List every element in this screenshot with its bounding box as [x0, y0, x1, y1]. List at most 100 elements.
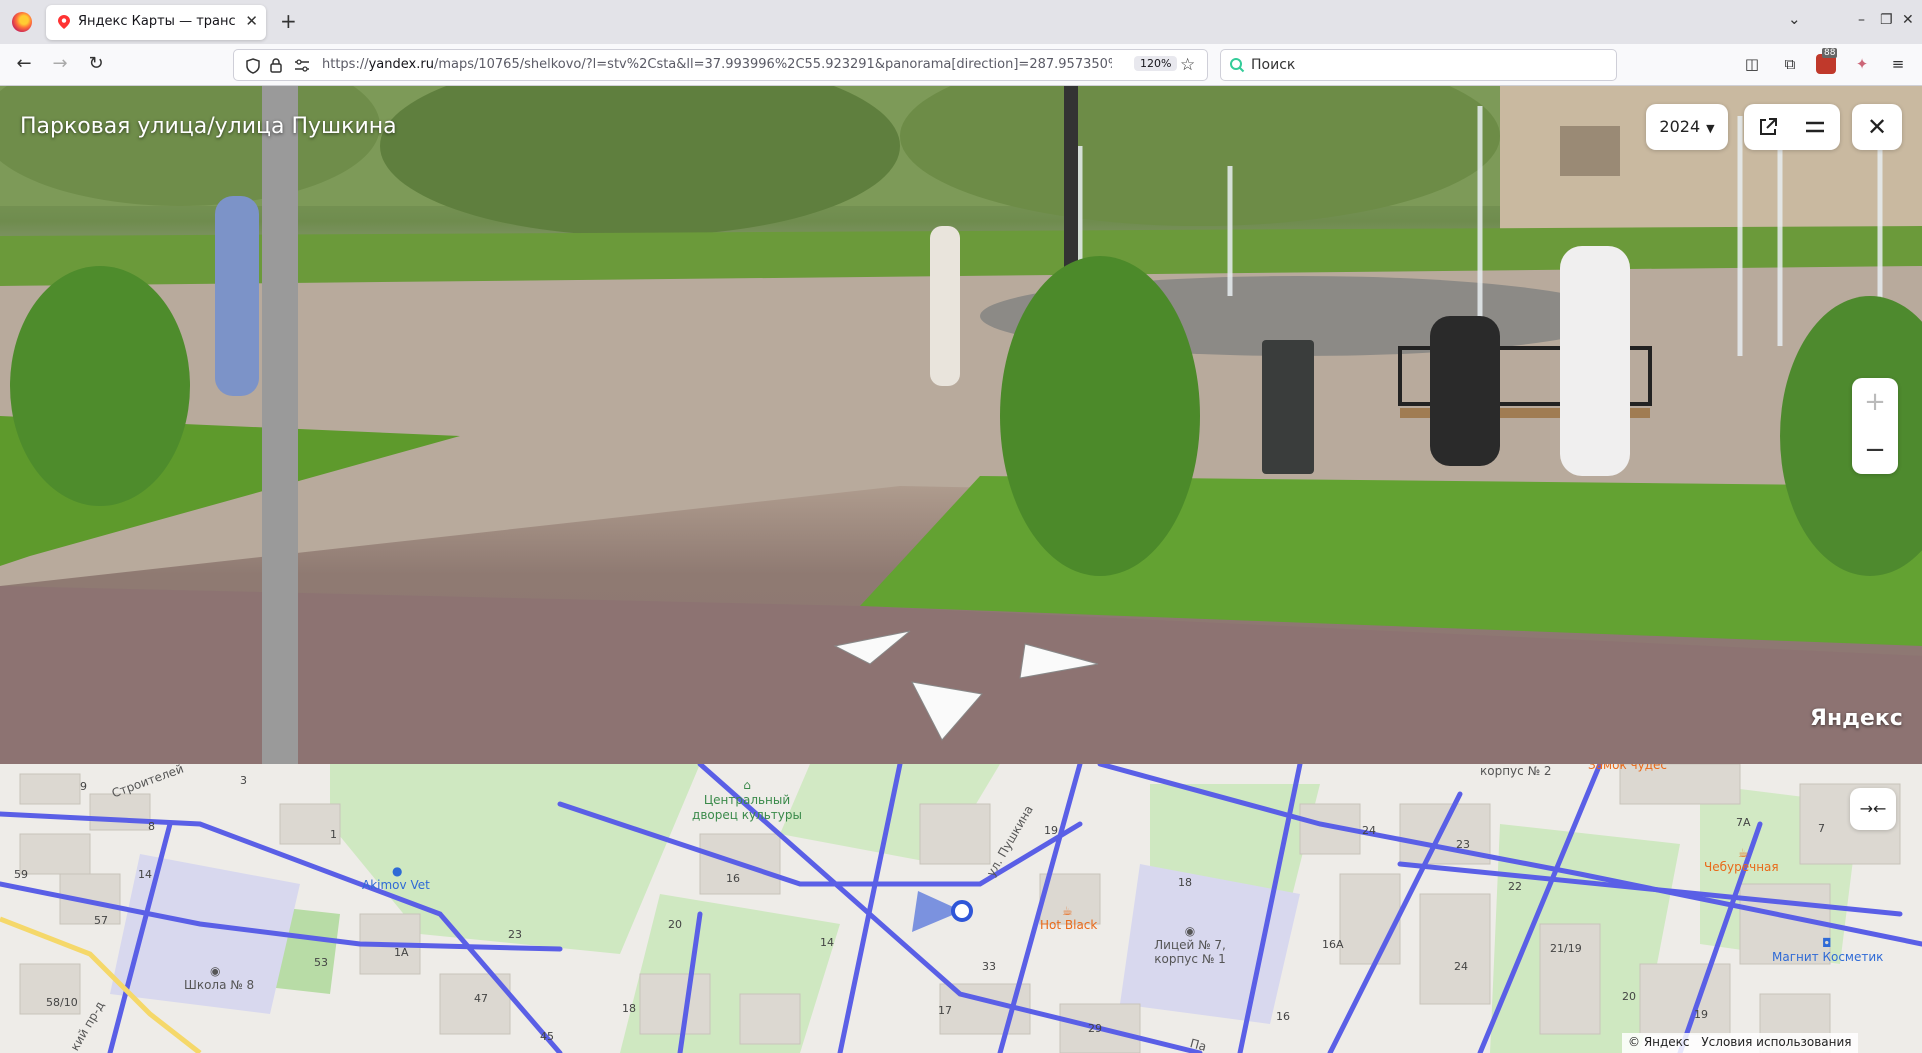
house-number: 18 — [1178, 876, 1192, 889]
house-number: 3 — [240, 774, 247, 787]
tab-strip: Яндекс Карты — транспорт ✕ + ⌄ – ❐ ✕ — [0, 0, 1922, 44]
house-number: 1А — [394, 946, 409, 959]
house-number: 23 — [1456, 838, 1470, 851]
house-number: 17 — [938, 1004, 952, 1017]
street-panorama[interactable]: Парковая улица/улица Пушкина 2024 ▼ ✕ + −… — [0, 86, 1922, 764]
chevron-down-icon: ▼ — [1706, 122, 1715, 135]
poi-label: Лицей № 7, корпус № 1 — [1154, 938, 1226, 966]
poi-school-8[interactable]: ◉ Школа № 8 — [184, 964, 254, 992]
map-canvas — [0, 764, 1922, 1053]
museum-icon: ⌂ — [743, 778, 751, 792]
house-number: 14 — [820, 936, 834, 949]
poi-akimov-vet[interactable]: ● Akimov Vet — [362, 864, 430, 892]
url-bar[interactable]: https://yandex.ru/maps/10765/shelkovo/?l… — [233, 49, 1208, 81]
url-path: /maps/10765/shelkovo/?l=stv%2Csta&ll=37.… — [433, 57, 1112, 72]
school-icon: ◉ — [210, 964, 221, 978]
split-view-icon[interactable] — [1804, 118, 1826, 136]
poi-label: Hot Black — [1040, 918, 1098, 932]
shield-icon[interactable] — [246, 58, 260, 74]
pocket-icon[interactable]: ◫ — [1742, 55, 1762, 75]
reload-icon[interactable]: ↻ — [84, 53, 108, 74]
year-value: 2024 — [1659, 117, 1701, 136]
yandex-watermark: Яндекс — [1810, 706, 1903, 731]
lock-icon[interactable] — [270, 58, 282, 73]
zoom-out-button[interactable]: − — [1852, 426, 1898, 474]
url-text[interactable]: https://yandex.ru/maps/10765/shelkovo/?l… — [322, 57, 1112, 72]
house-number: 9 — [80, 780, 87, 793]
house-number: 53 — [314, 956, 328, 969]
tab-list-icon[interactable]: ⌄ — [1788, 10, 1801, 28]
close-icon: ✕ — [1866, 113, 1888, 141]
permissions-icon[interactable] — [294, 59, 310, 72]
poi-label: Центральный дворец культуры — [692, 793, 802, 822]
ublock-icon[interactable]: 88 — [1816, 48, 1838, 74]
house-number: 7 — [1818, 822, 1825, 835]
active-tab[interactable]: Яндекс Карты — транспорт ✕ — [46, 5, 266, 40]
search-input[interactable]: Поиск — [1251, 57, 1295, 73]
restore-button[interactable]: ❐ — [1880, 12, 1893, 28]
poi-hot-black[interactable]: ☕ Hot Black — [1040, 904, 1097, 932]
back-arrow-icon[interactable]: ← — [12, 53, 36, 74]
poi-magnit-kosmetik[interactable]: ◘ Магнит Косметик — [1772, 936, 1883, 964]
panorama-scene — [0, 86, 1922, 764]
minimize-button[interactable]: – — [1858, 12, 1865, 28]
map-attribution: © Яндекс Условия использования — [1622, 1033, 1858, 1053]
house-number: 18 — [622, 1002, 636, 1015]
tab-close-icon[interactable]: ✕ — [245, 12, 258, 30]
window-close-button[interactable]: ✕ — [1902, 12, 1914, 28]
house-number: 47 — [474, 992, 488, 1005]
url-domain: yandex.ru — [368, 57, 434, 72]
map-pin-icon — [58, 15, 70, 29]
panorama-zoom-control: + − — [1852, 378, 1898, 474]
street-label-pa: Па — [1188, 1036, 1208, 1053]
poi-cheburechnaya[interactable]: ☕ Чебуречная — [1704, 846, 1779, 874]
zoom-in-button[interactable]: + — [1852, 378, 1898, 426]
url-scheme: https:// — [322, 57, 369, 72]
house-number: 23 — [508, 928, 522, 941]
panorama-actions — [1744, 104, 1840, 150]
minimap[interactable]: Строителей ул. Пушкина кий пр-д Па ⌂ Цен… — [0, 764, 1922, 1053]
terms-link[interactable]: Условия использования — [1701, 1035, 1851, 1049]
house-number: 16 — [726, 872, 740, 885]
house-number: 57 — [94, 914, 108, 927]
forward-arrow-icon[interactable]: → — [48, 53, 72, 74]
poi-label: Школа № 8 — [184, 978, 255, 992]
paw-icon: ● — [392, 864, 403, 878]
new-tab-button[interactable]: + — [280, 9, 297, 33]
house-number: 22 — [1508, 880, 1522, 893]
poi-culture-palace[interactable]: ⌂ Центральный дворец культуры — [682, 778, 812, 823]
house-number: 14 — [138, 868, 152, 881]
house-number: 24 — [1454, 960, 1468, 973]
house-number: 19 — [1044, 824, 1058, 837]
house-number: 7А — [1736, 816, 1751, 829]
fox-extension-icon[interactable]: ✦ — [1852, 55, 1872, 75]
poi-zamok-chudes[interactable]: Замок чудес — [1588, 764, 1667, 772]
food-icon: ☕ — [1738, 846, 1749, 860]
house-number: 33 — [982, 960, 996, 973]
cafe-icon: ☕ — [1062, 904, 1073, 918]
school-icon: ◉ — [1184, 924, 1196, 938]
collapse-map-button[interactable]: →← — [1850, 788, 1896, 830]
tab-title: Яндекс Карты — транспорт — [78, 14, 236, 29]
house-number: 59 — [14, 868, 28, 881]
search-bar[interactable]: Поиск — [1220, 49, 1617, 81]
poi-label: Akimov Vet — [362, 878, 430, 892]
close-panorama-button[interactable]: ✕ — [1852, 104, 1902, 150]
house-number: 1 — [330, 828, 337, 841]
house-number: 21/19 — [1550, 942, 1582, 955]
extensions-icon[interactable]: ⧉ — [1780, 55, 1800, 75]
poi-lyceum-7[interactable]: ◉ Лицей № 7, корпус № 1 — [1135, 924, 1245, 966]
house-number: 24 — [1362, 824, 1376, 837]
bookmark-star-icon[interactable]: ☆ — [1180, 55, 1195, 75]
house-number: 20 — [1622, 990, 1636, 1003]
copyright-text: © Яндекс — [1628, 1035, 1690, 1049]
house-number: 8 — [148, 820, 155, 833]
year-selector[interactable]: 2024 ▼ — [1646, 104, 1728, 150]
house-number: 16 — [1276, 1010, 1290, 1023]
open-external-icon[interactable] — [1758, 117, 1778, 137]
house-number: 45 — [540, 1030, 554, 1043]
hamburger-menu-icon[interactable]: ≡ — [1888, 55, 1908, 75]
firefox-icon[interactable] — [12, 12, 32, 32]
search-engine-icon — [1230, 58, 1245, 73]
zoom-level-badge[interactable]: 120% — [1134, 56, 1178, 71]
